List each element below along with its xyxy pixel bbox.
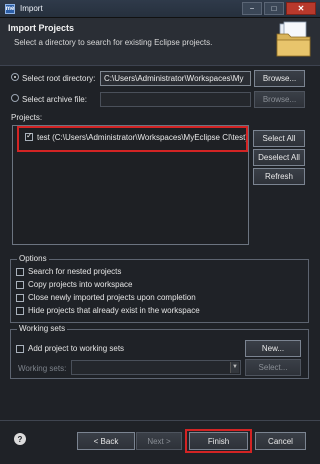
wizard-header: Import Projects Select a directory to se… — [0, 18, 320, 66]
add-working-sets-checkbox[interactable] — [16, 344, 24, 353]
root-directory-combo[interactable]: C:\Users\Administrator\Workspaces\My — [100, 71, 251, 86]
copy-projects-label: Copy projects into workspace — [28, 280, 133, 289]
footer-separator — [0, 420, 320, 421]
root-directory-label: Select root directory: — [22, 74, 96, 83]
hide-existing-label: Hide projects that already exist in the … — [28, 306, 200, 315]
close-imported-label: Close newly imported projects upon compl… — [28, 293, 196, 302]
cancel-button[interactable]: Cancel — [255, 432, 306, 450]
chevron-down-icon: ▼ — [230, 362, 239, 373]
working-sets-label: Working sets: — [18, 364, 67, 373]
root-directory-radio[interactable] — [11, 73, 19, 81]
select-working-set-button[interactable]: Select... — [245, 359, 301, 376]
next-button[interactable]: Next > — [136, 432, 182, 450]
page-title: Import Projects — [8, 23, 75, 33]
working-sets-title: Working sets — [17, 324, 68, 333]
project-highlight-box — [17, 126, 248, 152]
archive-file-combo[interactable] — [100, 92, 251, 107]
select-all-button[interactable]: Select All — [253, 130, 305, 147]
copy-projects-checkbox[interactable] — [16, 280, 24, 289]
title-bar: me Import − □ ✕ — [0, 0, 320, 18]
close-button[interactable]: ✕ — [286, 2, 316, 15]
window-controls: − □ ✕ — [242, 2, 316, 15]
option-search-nested[interactable]: Search for nested projects — [16, 267, 121, 276]
root-browse-button[interactable]: Browse... — [254, 70, 305, 87]
option-add-working-sets[interactable]: Add project to working sets — [16, 344, 124, 353]
options-title: Options — [17, 254, 49, 263]
folder-icon — [276, 21, 311, 57]
projects-label: Projects: — [11, 113, 43, 122]
search-nested-label: Search for nested projects — [28, 267, 122, 276]
deselect-all-button[interactable]: Deselect All — [253, 149, 305, 166]
window-title: Import — [20, 4, 43, 13]
archive-file-radio[interactable] — [11, 94, 19, 102]
hide-existing-checkbox[interactable] — [16, 306, 24, 315]
back-button[interactable]: < Back — [77, 432, 135, 450]
option-close-imported[interactable]: Close newly imported projects upon compl… — [16, 293, 196, 302]
archive-browse-button[interactable]: Browse... — [254, 91, 305, 108]
working-sets-group: Working sets Add project to working sets… — [10, 324, 309, 379]
close-imported-checkbox[interactable] — [16, 293, 24, 302]
option-hide-existing[interactable]: Hide projects that already exist in the … — [16, 306, 200, 315]
archive-file-label: Select archive file: — [22, 95, 87, 104]
finish-highlight-box — [185, 429, 252, 453]
search-nested-checkbox[interactable] — [16, 267, 24, 276]
refresh-button[interactable]: Refresh — [253, 168, 305, 185]
add-working-sets-label: Add project to working sets — [28, 344, 125, 353]
myeclipse-logo-icon: me — [5, 3, 15, 14]
page-description: Select a directory to search for existin… — [14, 38, 213, 47]
options-group: Options Search for nested projects Copy … — [10, 254, 309, 323]
new-working-set-button[interactable]: New... — [245, 340, 301, 357]
minimize-button[interactable]: − — [242, 2, 262, 15]
help-icon[interactable]: ? — [14, 433, 26, 445]
maximize-button[interactable]: □ — [264, 2, 284, 15]
working-sets-combo[interactable]: ▼ — [71, 360, 241, 375]
option-copy-projects[interactable]: Copy projects into workspace — [16, 280, 133, 289]
